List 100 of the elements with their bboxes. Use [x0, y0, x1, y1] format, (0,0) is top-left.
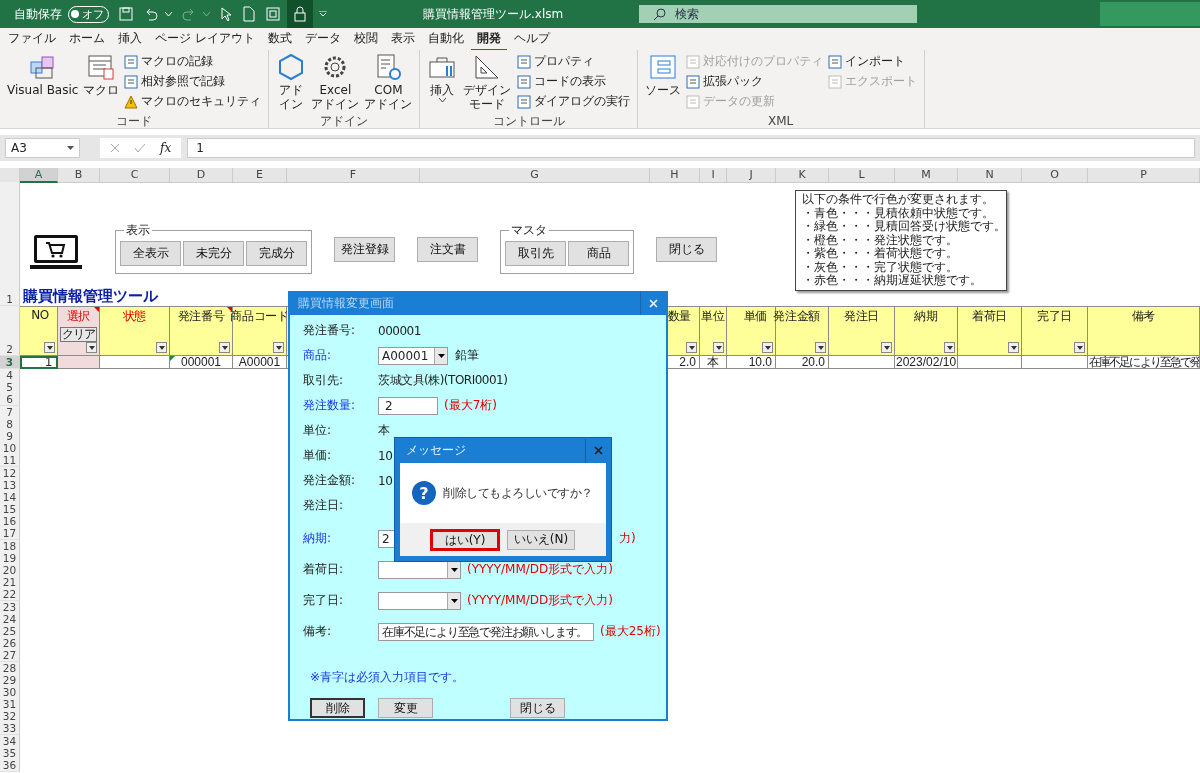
document-icon[interactable]: [242, 6, 256, 22]
column-letter[interactable]: P: [1088, 168, 1200, 183]
row-header[interactable]: 17: [0, 527, 20, 541]
ribbon-tab[interactable]: 自動化: [421, 27, 470, 51]
ribbon-tab[interactable]: ホーム: [63, 27, 111, 51]
formula-input[interactable]: 1: [187, 138, 1195, 158]
ribbon-button[interactable]: マクロのセキュリティ: [122, 92, 264, 111]
ribbon-tab[interactable]: 表示: [384, 27, 421, 51]
combo-box[interactable]: A00001: [378, 346, 448, 365]
ribbon-button[interactable]: COM アドイン: [362, 51, 415, 114]
ribbon-tab[interactable]: 挿入: [112, 27, 148, 51]
list-icon: [516, 54, 531, 69]
dialog-button[interactable]: はい(Y): [431, 529, 499, 550]
column-letter[interactable]: H: [650, 168, 700, 183]
ribbon-button[interactable]: ダイアログの実行: [514, 92, 632, 111]
ribbon-tab[interactable]: データ: [298, 27, 347, 51]
column-letter[interactable]: N: [958, 168, 1022, 183]
sheet-button[interactable]: 閉じる: [656, 237, 717, 262]
ribbon-button[interactable]: マクロ: [81, 51, 122, 114]
filter-button[interactable]: [815, 342, 826, 353]
ribbon-button[interactable]: 挿入: [425, 51, 460, 114]
ribbon-button[interactable]: アドイン: [274, 51, 309, 114]
pointer-icon[interactable]: [219, 6, 233, 22]
row-header[interactable]: 27: [0, 649, 20, 663]
row-header[interactable]: 11: [0, 454, 20, 468]
ribbon-tab[interactable]: 校閲: [347, 27, 384, 51]
form-button[interactable]: 変更: [378, 698, 433, 718]
sheet-button[interactable]: 未完分: [183, 241, 244, 266]
column-letter[interactable]: J: [727, 168, 776, 183]
column-letter[interactable]: A: [20, 168, 58, 183]
row-header[interactable]: 1: [0, 182, 20, 306]
column-letter[interactable]: O: [1022, 168, 1088, 183]
sheet-button[interactable]: 注文書: [417, 237, 478, 262]
column-letter[interactable]: I: [700, 168, 727, 183]
column-letter[interactable]: M: [895, 168, 958, 183]
row-header[interactable]: 36: [0, 759, 20, 772]
laptop-cart-icon[interactable]: [28, 233, 84, 271]
save-icon[interactable]: [118, 6, 134, 22]
column-letter[interactable]: L: [829, 168, 895, 183]
column-letter[interactable]: D: [170, 168, 233, 183]
ribbon-button[interactable]: インポート: [825, 52, 919, 71]
dialog-button[interactable]: いいえ(N): [507, 529, 575, 550]
sheet-button[interactable]: 発注登録: [334, 237, 395, 262]
filter-button[interactable]: [1074, 342, 1085, 353]
filter-button[interactable]: [86, 342, 97, 353]
ribbon-button[interactable]: Excel アドイン: [309, 51, 362, 114]
row-header[interactable]: 6: [0, 393, 20, 407]
form-button[interactable]: 閉じる: [510, 698, 565, 718]
column-letter[interactable]: F: [287, 168, 420, 183]
filter-button[interactable]: [713, 342, 724, 353]
input-field[interactable]: 在庫不足により至急で発注お願いします。: [378, 622, 594, 641]
sheet-button[interactable]: 取引先: [505, 241, 566, 266]
file-name[interactable]: 購買情報管理ツール.xlsm: [423, 5, 564, 23]
ribbon-button[interactable]: プロパティ: [514, 52, 632, 71]
filter-button[interactable]: [881, 342, 892, 353]
column-letter[interactable]: G: [420, 168, 650, 183]
ribbon-button[interactable]: 拡張パック: [683, 72, 825, 91]
lock-button[interactable]: [287, 0, 313, 28]
header-label: 納期: [914, 308, 938, 325]
row-header[interactable]: 2: [0, 306, 20, 356]
column-letter[interactable]: E: [233, 168, 287, 183]
ribbon-tab[interactable]: ファイル: [2, 27, 62, 51]
search-field[interactable]: 検索: [639, 5, 918, 23]
ribbon-button[interactable]: ソース: [642, 51, 683, 114]
column-letter[interactable]: B: [58, 168, 100, 183]
filter-button[interactable]: [219, 342, 230, 353]
ribbon-button[interactable]: マクロの記録: [122, 52, 264, 71]
filter-button[interactable]: [686, 342, 697, 353]
column-letter[interactable]: C: [100, 168, 170, 183]
row-header[interactable]: 33: [0, 722, 20, 736]
combo-box[interactable]: [378, 560, 461, 579]
clear-button[interactable]: クリア: [60, 327, 97, 342]
combo-box[interactable]: [378, 591, 461, 610]
ribbon-tab[interactable]: 数式: [261, 27, 298, 51]
ribbon-button[interactable]: Visual Basic: [5, 51, 81, 114]
row-header[interactable]: 3: [0, 356, 20, 369]
filter-button[interactable]: [762, 342, 773, 353]
name-box[interactable]: A3: [5, 138, 80, 158]
insert-function-button[interactable]: fx: [160, 141, 172, 155]
ribbon-button[interactable]: デザインモード: [460, 51, 514, 114]
ribbon-button[interactable]: 相対参照で記録: [122, 72, 264, 91]
input-field[interactable]: 2: [378, 396, 438, 415]
customize-icon[interactable]: [319, 11, 327, 17]
close-icon: [594, 446, 603, 455]
ribbon-button[interactable]: コードの表示: [514, 72, 632, 91]
column-letter[interactable]: K: [776, 168, 829, 183]
filter-button[interactable]: [944, 342, 955, 353]
sheet-button[interactable]: 完成分: [246, 241, 307, 266]
filter-button[interactable]: [156, 342, 167, 353]
row-header[interactable]: 22: [0, 588, 20, 602]
filter-button[interactable]: [273, 342, 284, 353]
form-button[interactable]: 削除: [310, 698, 365, 718]
table-cell: 本: [700, 356, 727, 369]
frame-icon[interactable]: [265, 6, 281, 22]
ribbon-tab[interactable]: ページ レイアウト: [149, 27, 261, 51]
filter-button[interactable]: [1008, 342, 1019, 353]
sheet-button[interactable]: 商品: [568, 241, 629, 266]
sheet-button[interactable]: 全表示: [120, 241, 181, 266]
ribbon-tab[interactable]: ヘルプ: [507, 27, 556, 51]
filter-button[interactable]: [44, 342, 55, 353]
